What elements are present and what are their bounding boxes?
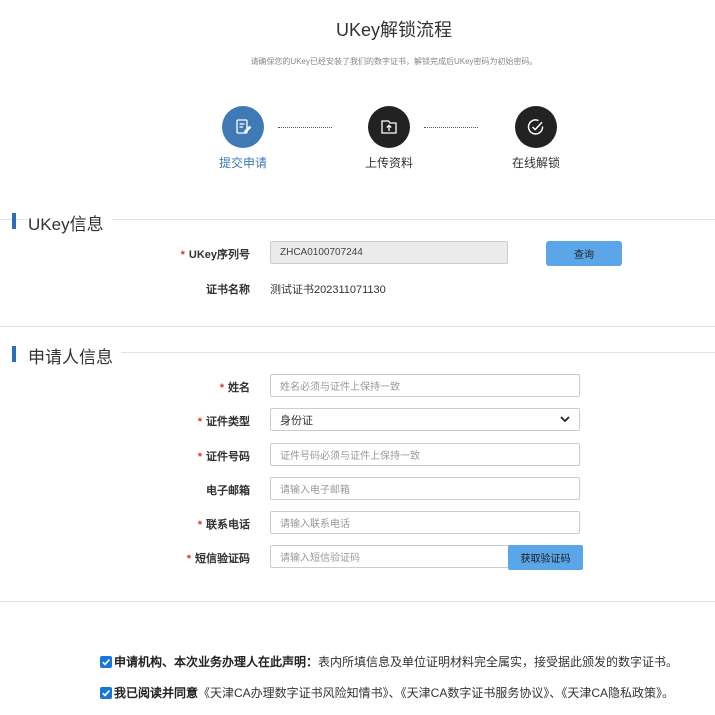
step-upload: 上传资料: [344, 106, 434, 171]
declaration-2: 我已阅读并同意《天津CA办理数字证书风险知情书》、《天津CA数字证书服务协议》、…: [100, 684, 674, 701]
cert-label: 证书名称: [206, 284, 250, 296]
page-title: UKey解锁流程: [335, 20, 452, 40]
step-unlock: 在线解锁: [491, 106, 581, 171]
email-label: 电子邮箱: [206, 485, 250, 497]
name-label: * 姓名: [219, 382, 250, 394]
sms-label: * 短信验证码: [186, 553, 250, 565]
id-type-label: * 证件类型: [197, 416, 250, 428]
id-type-value: 身份证: [280, 414, 313, 427]
chevron-down-icon: [560, 414, 570, 426]
id-no-label: * 证件号码: [197, 451, 250, 463]
step-connector: [278, 127, 332, 128]
sms-input[interactable]: 请输入短信验证码: [270, 545, 510, 568]
step-connector: [424, 127, 478, 128]
declaration-2-text: 我已阅读并同意《天津CA办理数字证书风险知情书》、《天津CA数字证书服务协议》、…: [114, 686, 675, 700]
step-label: 上传资料: [364, 156, 413, 170]
phone-input[interactable]: 请输入联系电话: [270, 511, 580, 534]
step-submit: 提交申请: [198, 106, 288, 171]
query-button[interactable]: 查询: [546, 241, 622, 266]
name-input[interactable]: 姓名必须与证件上保持一致: [270, 374, 580, 397]
declaration-1-text: 申请机构、本次业务办理人在此声明：表内所填信息及单位证明材料完全属实，接受据此颁…: [114, 655, 679, 669]
email-input[interactable]: 请输入电子邮箱: [270, 477, 580, 500]
declaration-1-checkbox[interactable]: [100, 655, 112, 668]
section-divider: [0, 601, 715, 602]
declaration-2-checkbox[interactable]: [100, 686, 112, 699]
step-label: 提交申请: [218, 156, 267, 170]
serial-input[interactable]: ZHCA0100707244: [270, 241, 508, 264]
serial-label: * UKey序列号: [180, 249, 250, 261]
section-marker: [12, 346, 16, 362]
section-divider: [0, 326, 715, 327]
id-type-select[interactable]: 身份证: [270, 408, 580, 431]
upload-icon: [368, 106, 410, 148]
step-label: 在线解锁: [511, 156, 560, 170]
check-circle-icon: [515, 106, 557, 148]
page-subtitle: 请确保您的UKey已经安装了我们的数字证书，解锁完成后UKey密码为初始密码。: [250, 57, 538, 66]
section-title-ukey: UKey信息: [28, 210, 112, 235]
declaration-1: 申请机构、本次业务办理人在此声明：表内所填信息及单位证明材料完全属实，接受据此颁…: [100, 653, 678, 670]
id-no-input[interactable]: 证件号码必须与证件上保持一致: [270, 443, 580, 466]
section-title-applicant: 申请人信息: [28, 343, 121, 368]
edit-doc-icon: [222, 106, 264, 148]
get-code-button[interactable]: 获取验证码: [508, 545, 583, 570]
section-marker: [12, 213, 16, 229]
cert-value: 测试证书202311071130: [270, 284, 386, 296]
phone-label: * 联系电话: [197, 519, 250, 531]
section-title-line: [120, 352, 715, 353]
agreement-links[interactable]: 《天津CA办理数字证书风险知情书》、《天津CA数字证书服务协议》、《天津CA隐私…: [198, 686, 674, 700]
